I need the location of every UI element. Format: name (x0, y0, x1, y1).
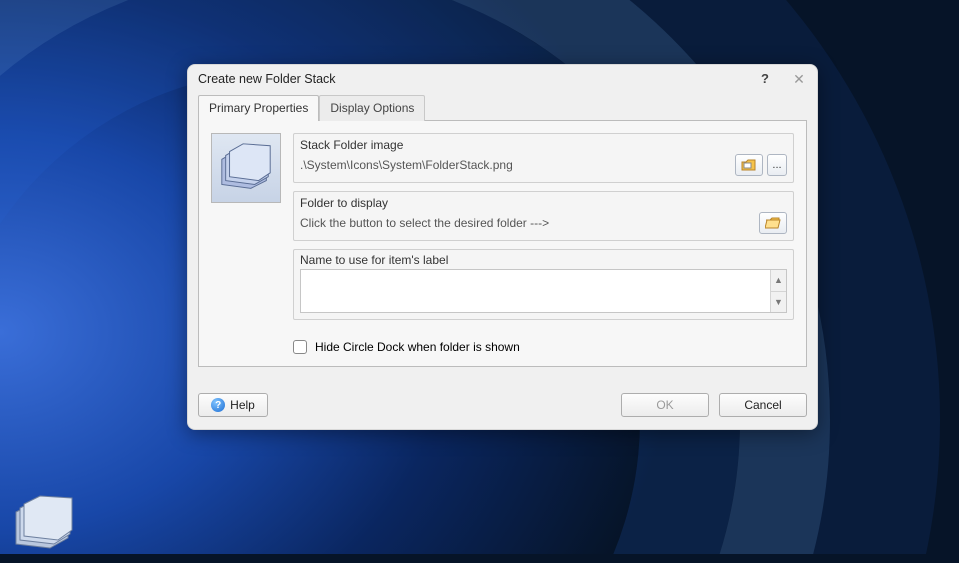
titlebar-help-button[interactable]: ? (757, 71, 773, 86)
name-label-group: Name to use for item's label ▲ ▼ (293, 249, 794, 320)
tab-display-options[interactable]: Display Options (319, 95, 425, 121)
help-icon: ? (211, 398, 225, 412)
dialog-body: Primary Properties Display Options St (188, 90, 817, 379)
name-spinner: ▲ ▼ (770, 270, 786, 312)
titlebar-close-button: ✕ (791, 72, 807, 86)
spin-down-button[interactable]: ▼ (770, 292, 786, 313)
help-button-label: Help (230, 398, 255, 412)
dialog-buttons: ? Help OK Cancel (188, 379, 817, 429)
cancel-button-label: Cancel (744, 398, 781, 412)
ok-button-label: OK (656, 398, 673, 412)
stack-image-preview (211, 133, 281, 203)
folder-picture-icon (741, 158, 757, 172)
cancel-button[interactable]: Cancel (719, 393, 807, 417)
spin-up-button[interactable]: ▲ (770, 270, 786, 292)
stack-folder-image-value: .\System\Icons\System\FolderStack.png (300, 158, 731, 172)
desktop-folderstack-icon[interactable] (6, 488, 78, 560)
help-button[interactable]: ? Help (198, 393, 268, 417)
hide-dock-checkbox[interactable] (293, 340, 307, 354)
tab-primary-properties[interactable]: Primary Properties (198, 95, 319, 121)
dialog-title: Create new Folder Stack (198, 72, 757, 86)
folder-to-display-value: Click the button to select the desired f… (300, 216, 755, 230)
tab-strip: Primary Properties Display Options (198, 94, 807, 120)
browse-image-button[interactable] (735, 154, 763, 176)
stack-folder-image-group: Stack Folder image .\System\Icons\System… (293, 133, 794, 183)
titlebar: Create new Folder Stack ? ✕ (188, 65, 817, 90)
folder-to-display-label: Folder to display (300, 196, 787, 210)
stack-folder-image-label: Stack Folder image (300, 138, 787, 152)
tab-panel-primary: Stack Folder image .\System\Icons\System… (198, 120, 807, 367)
hide-dock-row[interactable]: Hide Circle Dock when folder is shown (293, 340, 794, 354)
ellipsis-button[interactable]: ... (767, 154, 787, 176)
ok-button: OK (621, 393, 709, 417)
folder-open-icon (765, 216, 781, 230)
hide-dock-label: Hide Circle Dock when folder is shown (315, 340, 520, 354)
create-folder-stack-dialog: Create new Folder Stack ? ✕ Primary Prop… (187, 64, 818, 430)
folder-to-display-group: Folder to display Click the button to se… (293, 191, 794, 241)
browse-folder-button[interactable] (759, 212, 787, 234)
name-label: Name to use for item's label (300, 253, 787, 267)
name-textarea[interactable] (301, 270, 770, 312)
